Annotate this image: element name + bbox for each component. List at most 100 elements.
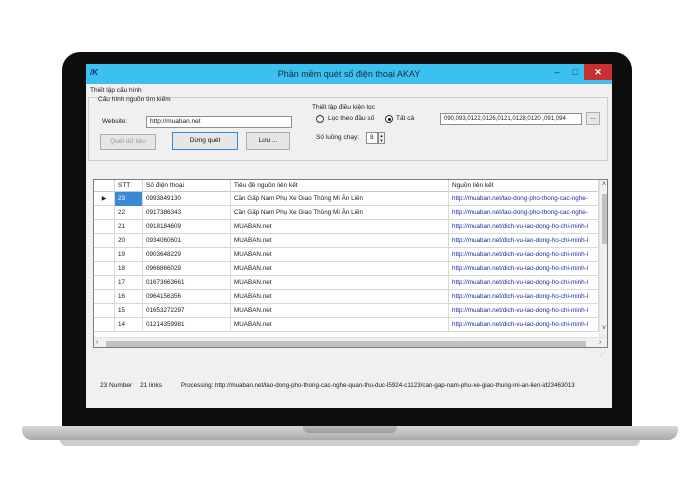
filter-prefix-radio[interactable] — [316, 115, 324, 123]
row-header[interactable] — [94, 276, 115, 290]
cell-title[interactable]: MUABAN.net — [231, 262, 449, 276]
browse-button[interactable]: ... — [586, 112, 600, 125]
row-header[interactable] — [94, 262, 115, 276]
cell-url[interactable]: http://muaban.net/dich-vu-lao-dong-ho-ch… — [449, 276, 599, 290]
maximize-button[interactable]: □ — [566, 64, 584, 80]
stop-button[interactable]: Dừng quét — [172, 132, 238, 150]
cell-phone[interactable]: 01673663661 — [143, 276, 231, 290]
table-row[interactable]: 21 0918184609 MUABAN.net http://muaban.net/… — [94, 220, 599, 234]
vertical-scrollbar[interactable]: ˄ ˅ — [599, 180, 607, 337]
scroll-down-icon[interactable]: ˅ — [602, 325, 606, 332]
laptop-base-notch — [303, 426, 397, 433]
app-window: /K Phần mềm quét số điện thoại AKAY – □ … — [86, 64, 612, 408]
cell-url[interactable]: http://muaban.net/dich-vu-lao-dong-ho-ch… — [449, 220, 599, 234]
status-processing: Processing: http://muaban.net/lao-dong-p… — [181, 382, 575, 389]
table-row[interactable]: 14 01214359981 MUABAN.net http://muaban.net… — [94, 318, 599, 332]
config-section-title: Thiết lập cấu hình — [90, 87, 142, 94]
cell-stt[interactable]: 18 — [115, 262, 143, 276]
scan-button[interactable]: Quét dữ liệu — [100, 134, 156, 150]
current-row-icon: ▶ — [101, 196, 107, 202]
column-header-url[interactable]: Nguồn liên kết — [449, 180, 599, 192]
row-header[interactable]: ▶ — [94, 192, 115, 206]
prefixes-input[interactable]: 090,093,0122,0126,0121,0128,0120 ,091,09… — [440, 113, 582, 125]
scroll-right-icon[interactable]: › — [599, 339, 601, 346]
row-header-corner — [94, 180, 115, 192]
save-button[interactable]: Lưu ... — [246, 132, 290, 150]
horizontal-scroll-thumb[interactable] — [106, 341, 586, 347]
cell-phone[interactable]: 0918184609 — [143, 220, 231, 234]
scroll-up-icon[interactable]: ˄ — [602, 181, 606, 188]
cell-title[interactable]: MUABAN.net — [231, 304, 449, 318]
cell-title[interactable]: MUABAN.net — [231, 234, 449, 248]
cell-url[interactable]: http://muaban.net/dich-vu-lao-dong-ho-ch… — [449, 290, 599, 304]
row-header[interactable] — [94, 290, 115, 304]
cell-title[interactable]: MUABAN.net — [231, 290, 449, 304]
cell-phone[interactable]: 0966866029 — [143, 262, 231, 276]
threads-stepper[interactable]: ▲ ▼ — [378, 132, 385, 144]
cell-phone[interactable]: 01214359981 — [143, 318, 231, 332]
website-label: Website: — [102, 118, 128, 125]
cell-title[interactable]: MUABAN.net — [231, 318, 449, 332]
cell-title[interactable]: MUABAN.net — [231, 220, 449, 234]
vertical-scroll-thumb[interactable] — [602, 194, 607, 244]
cell-url[interactable]: http://muaban.net/lao-dong-pho-thong-cac… — [449, 192, 599, 206]
status-numbers: 23 Number — [100, 382, 133, 389]
filter-all-radio[interactable] — [385, 115, 393, 123]
cell-title[interactable]: Cần Gấp Nam Phụ Xe Giao Thủng Mì Ăn Liền — [231, 206, 449, 220]
table-row[interactable]: ▶ 23 0993849130 Cần Gấp Nam Phụ Xe Giao Thủ… — [94, 192, 599, 206]
cell-url[interactable]: http://muaban.net/dich-vu-lao-dong-ho-ch… — [449, 318, 599, 332]
status-bar: 23 Number 21 links Processing: http://mu… — [86, 380, 612, 396]
cell-title[interactable]: MUABAN.net — [231, 248, 449, 262]
cell-url[interactable]: http://muaban.net/dich-vu-lao-dong-ho-ch… — [449, 234, 599, 248]
cell-phone[interactable]: 0993849130 — [143, 192, 231, 206]
scroll-left-icon[interactable]: ‹ — [96, 339, 98, 346]
website-input[interactable]: http://muaban.net — [146, 116, 292, 128]
close-button[interactable]: ✕ — [584, 64, 612, 80]
cell-stt[interactable]: 22 — [115, 206, 143, 220]
cell-title[interactable]: MUABAN.net — [231, 276, 449, 290]
cell-stt[interactable]: 16 — [115, 290, 143, 304]
cell-phone[interactable]: 01653272297 — [143, 304, 231, 318]
title-bar[interactable]: /K Phần mềm quét số điện thoại AKAY – □ … — [86, 64, 612, 84]
table-row[interactable]: 18 0966866029 MUABAN.net http://muaban.net/… — [94, 262, 599, 276]
row-header[interactable] — [94, 220, 115, 234]
cell-stt[interactable]: 19 — [115, 248, 143, 262]
cell-url[interactable]: http://muaban.net/dich-vu-lao-dong-ho-ch… — [449, 304, 599, 318]
cell-phone[interactable]: 0917386343 — [143, 206, 231, 220]
table-row[interactable]: 15 01653272297 MUABAN.net http://muaban.net… — [94, 304, 599, 318]
cell-stt[interactable]: 21 — [115, 220, 143, 234]
source-group-title: Cấu hình nguồn tìm kiếm — [98, 96, 171, 103]
cell-phone[interactable]: 0934060601 — [143, 234, 231, 248]
table-row[interactable]: 17 01673663661 MUABAN.net http://muaban.net… — [94, 276, 599, 290]
cell-url[interactable]: http://muaban.net/lao-dong-pho-thong-cac… — [449, 206, 599, 220]
column-header-stt[interactable]: STT — [115, 180, 143, 192]
row-header[interactable] — [94, 248, 115, 262]
cell-stt[interactable]: 23 — [115, 192, 143, 206]
table-row[interactable]: 19 0903648229 MUABAN.net http://muaban.net/… — [94, 248, 599, 262]
cell-phone[interactable]: 0964156356 — [143, 290, 231, 304]
cell-phone[interactable]: 0903648229 — [143, 248, 231, 262]
row-header[interactable] — [94, 234, 115, 248]
cell-title[interactable]: Cần Gấp Nam Phụ Xe Giao Thủng Mì Ăn Liền — [231, 192, 449, 206]
cell-stt[interactable]: 14 — [115, 318, 143, 332]
table-row[interactable]: 20 0934060601 MUABAN.net http://muaban.net/… — [94, 234, 599, 248]
table-row[interactable]: 22 0917386343 Cần Gấp Nam Phụ Xe Giao Thủn… — [94, 206, 599, 220]
filter-all-label: Tất cả — [396, 115, 415, 122]
cell-url[interactable]: http://muaban.net/dich-vu-lao-dong-ho-ch… — [449, 262, 599, 276]
row-header[interactable] — [94, 206, 115, 220]
laptop-shadow — [60, 440, 640, 446]
table-row[interactable]: 16 0964156356 MUABAN.net http://muaban.net/… — [94, 290, 599, 304]
cell-stt[interactable]: 20 — [115, 234, 143, 248]
column-header-phone[interactable]: Số điện thoại — [143, 180, 231, 192]
resize-grip-icon[interactable]: ⋰ — [600, 350, 606, 357]
row-header[interactable] — [94, 318, 115, 332]
minimize-button[interactable]: – — [548, 64, 566, 80]
column-header-title[interactable]: Tiêu đề nguồn liên kết — [231, 180, 449, 192]
cell-stt[interactable]: 17 — [115, 276, 143, 290]
horizontal-scrollbar[interactable]: ‹ › — [94, 337, 607, 347]
row-header[interactable] — [94, 304, 115, 318]
cell-url[interactable]: http://muaban.net/dich-vu-lao-dong-ho-ch… — [449, 248, 599, 262]
cell-stt[interactable]: 15 — [115, 304, 143, 318]
threads-input[interactable]: 8 — [366, 132, 378, 144]
filter-prefix-label: Lọc theo đầu số — [328, 115, 375, 122]
